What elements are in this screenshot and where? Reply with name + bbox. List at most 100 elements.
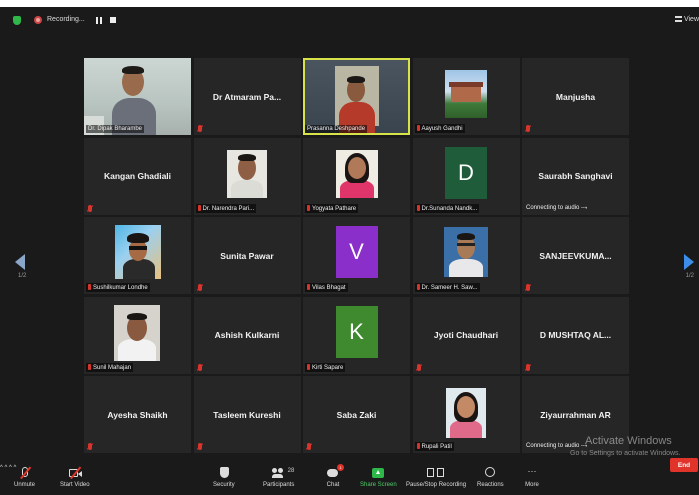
muted-mic-icon <box>197 363 202 371</box>
chat-button[interactable]: 1 Chat <box>326 464 344 488</box>
participant-avatar-initial: V <box>335 226 378 279</box>
participant-name-center: Ziyaurrahman AR <box>540 409 611 420</box>
participant-tile-active-speaker[interactable]: Prasanna Deshpande <box>303 58 410 135</box>
muted-mic-icon <box>307 284 310 290</box>
participant-tile[interactable]: K Kirti Sapare <box>303 296 410 374</box>
participants-button[interactable]: 28 Participants <box>263 467 294 488</box>
muted-mic-icon <box>416 284 420 290</box>
participant-tile[interactable]: D MUSHTAQ AL... <box>522 296 629 374</box>
chat-icon: 1 <box>326 464 344 479</box>
participant-tile[interactable]: Saurabh Sanghavi Connecting to audio ⤏ <box>522 137 629 215</box>
share-screen-icon <box>371 467 385 479</box>
unmute-button[interactable]: Unmute <box>14 466 36 488</box>
participant-tile[interactable]: Tasleem Kureshi <box>193 376 301 453</box>
participants-count: 28 <box>287 468 295 474</box>
participant-tile[interactable]: Dr Atmaram Pa... <box>193 58 301 135</box>
participant-name-center: Saurabh Sanghavi <box>538 171 613 181</box>
pause-stop-recording-button[interactable]: Pause/Stop Recording <box>406 467 466 488</box>
security-button[interactable]: Security <box>213 467 235 488</box>
reactions-button[interactable]: Reactions <box>477 467 504 488</box>
participant-tile[interactable]: Rupali Patil <box>412 376 520 453</box>
muted-mic-icon <box>197 125 202 132</box>
participant-photo <box>336 149 378 198</box>
participant-tile[interactable]: D Dr.Sunanda Nandk... <box>412 137 520 215</box>
more-button[interactable]: ··· More <box>525 466 539 489</box>
participant-tile[interactable]: Yogyata Pathare <box>303 137 410 215</box>
muted-mic-icon <box>88 284 91 290</box>
participant-tile[interactable]: Kangan Ghadiali <box>84 137 191 215</box>
reactions-icon <box>483 467 497 479</box>
participant-name-center: Tasleem Kureshi <box>213 409 281 420</box>
muted-mic-icon <box>88 443 92 450</box>
pause-recording-icon[interactable] <box>96 17 102 24</box>
start-video-button[interactable]: Start Video <box>60 466 90 488</box>
end-meeting-button[interactable]: End <box>670 458 698 472</box>
activate-windows-title: Activate Windows <box>585 435 672 447</box>
page-indicator-right: 1/2 <box>685 273 694 279</box>
muted-mic-icon <box>416 363 421 371</box>
participant-tile[interactable]: V Vilas Bhagat <box>303 217 410 294</box>
participant-name: Rupali Patil <box>414 442 454 451</box>
participant-tile[interactable]: Dr. Sameer H. Saw... <box>412 217 520 294</box>
participant-name-center: Saba Zaki <box>336 409 377 420</box>
participant-name: Kirti Sapare <box>305 362 346 372</box>
participant-photo <box>115 225 161 279</box>
participant-name: Aayush Gandhi <box>414 124 465 133</box>
participant-tile[interactable]: Dr. Narendra Pari... <box>193 137 301 215</box>
participant-name-center: Ashish Kulkarni <box>214 330 280 340</box>
share-screen-button[interactable]: Share Screen <box>360 467 397 488</box>
participant-video <box>305 60 408 133</box>
next-page-icon[interactable] <box>684 254 694 270</box>
participant-tile[interactable]: Saba Zaki <box>303 376 410 453</box>
participant-video <box>84 58 191 135</box>
chat-unread-badge: 1 <box>337 464 344 471</box>
participant-tile[interactable]: Jyoti Chaudhari <box>412 296 520 374</box>
security-shield-icon <box>217 467 231 479</box>
connecting-status: Connecting to audio ⤏ <box>526 204 588 211</box>
participant-tile[interactable]: Sushilkumar Londhe <box>84 217 191 294</box>
participant-tile[interactable]: Aayush Gandhi <box>412 58 520 135</box>
audio-options-chevron-icon[interactable]: ^ <box>0 465 3 471</box>
chat-label: Chat <box>326 482 340 488</box>
muted-mic-icon <box>197 204 201 211</box>
zoom-meeting-window: Recording... View 1/2 1/2 Dr. Dipak Bhar… <box>0 7 699 495</box>
unmute-label: Unmute <box>14 482 36 488</box>
participant-tile[interactable]: Ayesha Shaikh <box>84 376 191 453</box>
participant-tile[interactable]: Dr. Dipak Bharambe <box>84 58 191 135</box>
stop-recording-icon[interactable] <box>110 17 116 23</box>
participant-tile[interactable]: SANJEEVKUMA... <box>522 217 629 294</box>
participant-tile[interactable]: Manjusha <box>522 58 629 135</box>
participant-name: Dr. Narendra Pari... <box>195 203 257 213</box>
previous-page-icon[interactable] <box>15 254 25 270</box>
muted-mic-icon <box>416 204 420 211</box>
participant-avatar-initial: K <box>335 305 378 358</box>
video-options-chevron-icon[interactable]: ^ <box>5 465 8 471</box>
more-icon: ··· <box>527 466 537 476</box>
pause-stop-icon <box>427 467 445 479</box>
muted-mic-icon <box>416 125 420 131</box>
participant-photo <box>444 70 487 118</box>
page-indicator-left: 1/2 <box>18 273 27 279</box>
participant-name-center: Sunita Pawar <box>220 250 274 261</box>
participant-name: Dr. Dipak Bharambe <box>86 125 145 133</box>
participant-name: Dr. Sameer H. Saw... <box>414 283 480 292</box>
participant-avatar-initial: D <box>445 146 487 199</box>
audio-connecting-icon: ⤏ <box>581 204 588 211</box>
meeting-toolbar: Unmute ^ Start Video ^ Security 28 Parti… <box>0 458 699 495</box>
participant-photo <box>226 149 267 198</box>
shield-icon[interactable] <box>13 16 21 25</box>
participant-name: Sushilkumar Londhe <box>86 283 150 292</box>
top-bar: Recording... View <box>0 7 699 35</box>
participant-tile[interactable]: Ashish Kulkarni <box>193 296 301 374</box>
participant-name-center: SANJEEVKUMA... <box>539 250 612 261</box>
participant-name-center: D MUSHTAQ AL... <box>539 330 612 340</box>
gallery-view-icon <box>674 16 682 23</box>
recording-icon <box>34 16 42 24</box>
view-label: View <box>683 16 699 23</box>
participant-tile[interactable]: Sunita Pawar <box>193 217 301 294</box>
participants-options-chevron-icon[interactable]: ^ <box>9 465 12 471</box>
muted-mic-icon <box>526 125 530 132</box>
view-button[interactable]: View <box>674 16 699 23</box>
participant-tile[interactable]: Sunil Mahajan <box>84 296 191 374</box>
participant-name-center: Manjusha <box>555 91 596 102</box>
